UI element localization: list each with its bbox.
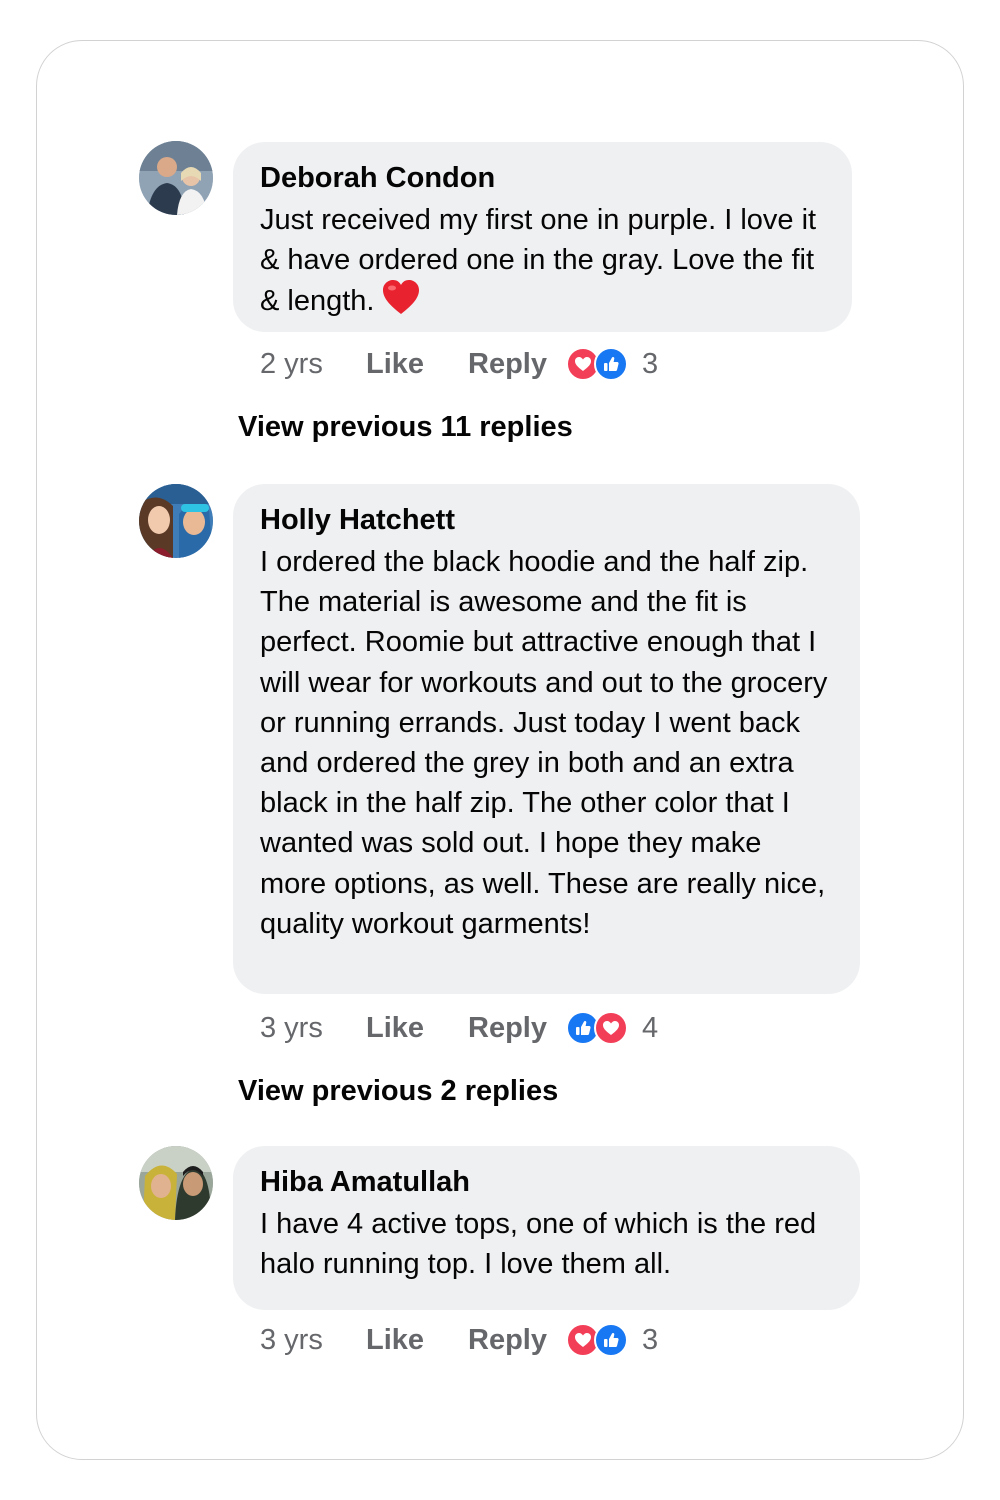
comment-author[interactable]: Holly Hatchett (260, 502, 834, 538)
comment-actions: 3 yrs Like Reply 4 (260, 1008, 658, 1048)
comment-bubble: Deborah Condon Just received my first on… (233, 142, 852, 332)
reaction-count: 3 (642, 1323, 659, 1356)
comment-text: Just received my first one in purple. I … (260, 200, 826, 328)
comment-author[interactable]: Hiba Amatullah (260, 1164, 834, 1200)
comment-author[interactable]: Deborah Condon (260, 160, 826, 196)
reaction-count: 4 (642, 1011, 659, 1044)
avatar-deborah-condon[interactable] (139, 141, 213, 215)
comment-text-body: Just received my first one in purple. I … (260, 204, 817, 318)
reply-button[interactable]: Reply (468, 1012, 566, 1045)
comment-actions: 2 yrs Like Reply 3 (260, 344, 658, 384)
reply-button[interactable]: Reply (468, 348, 566, 381)
avatar-holly-hatchett[interactable] (139, 484, 213, 558)
like-button[interactable]: Like (366, 1012, 468, 1045)
view-previous-replies-link[interactable]: View previous 2 replies (238, 1071, 558, 1111)
reactions-summary[interactable]: 3 (566, 1323, 658, 1357)
reaction-count: 3 (642, 347, 659, 380)
heart-reaction-icon (594, 1011, 628, 1045)
like-reaction-icon (594, 1323, 628, 1357)
comment-bubble: Holly Hatchett I ordered the black hoodi… (233, 484, 860, 994)
comment-bubble: Hiba Amatullah I have 4 active tops, one… (233, 1146, 860, 1310)
comment-actions: 3 yrs Like Reply 3 (260, 1320, 658, 1360)
reactions-summary[interactable]: 4 (566, 1011, 658, 1045)
comment-timestamp[interactable]: 2 yrs (260, 348, 366, 381)
like-reaction-icon (594, 347, 628, 381)
like-button[interactable]: Like (366, 1324, 468, 1357)
avatar-hiba-amatullah[interactable] (139, 1146, 213, 1220)
comment-text: I ordered the black hoodie and the half … (260, 546, 828, 940)
view-previous-replies-link[interactable]: View previous 11 replies (238, 407, 573, 447)
reactions-summary[interactable]: 3 (566, 347, 658, 381)
comment-timestamp[interactable]: 3 yrs (260, 1012, 366, 1045)
reply-button[interactable]: Reply (468, 1324, 566, 1357)
comment-timestamp[interactable]: 3 yrs (260, 1324, 366, 1357)
comment-text: I have 4 active tops, one of which is th… (260, 1208, 817, 1281)
red-heart-emoji-icon (382, 280, 420, 327)
like-button[interactable]: Like (366, 348, 468, 381)
